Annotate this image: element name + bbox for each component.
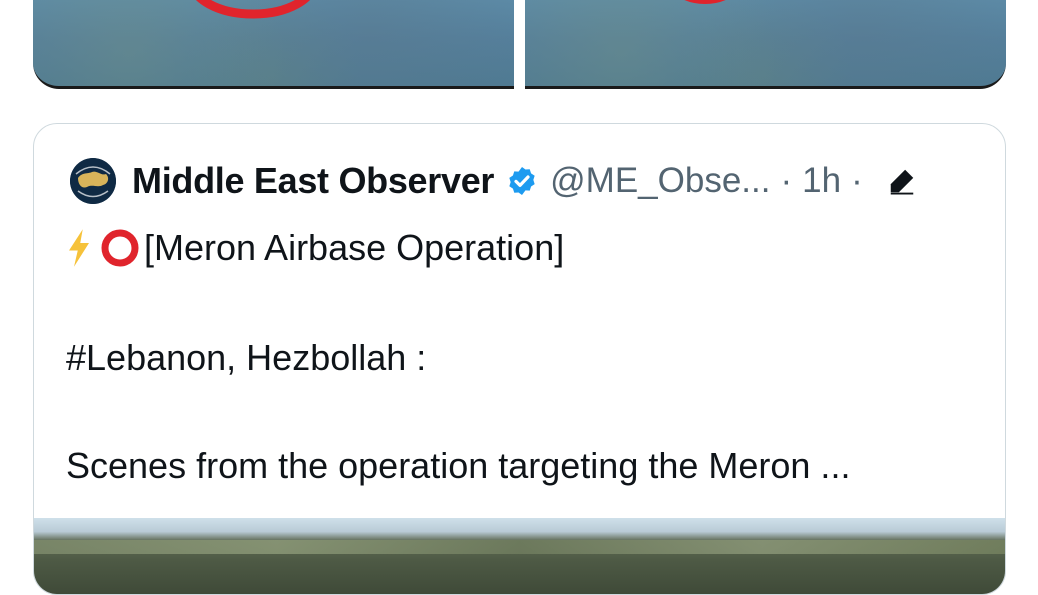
tweet-image-right[interactable]: [525, 0, 1006, 89]
display-name[interactable]: Middle East Observer: [132, 160, 494, 202]
edit-icon[interactable]: [887, 166, 917, 196]
quoted-tweet-text-line: #Lebanon, Hezbollah :: [66, 337, 427, 378]
verified-badge-icon: [509, 167, 535, 195]
tweet-media-row: [33, 0, 1006, 89]
quoted-tweet-card[interactable]: Middle East Observer @ME_Obse... · 1h · …: [33, 123, 1006, 595]
avatar[interactable]: [70, 158, 116, 204]
lightning-icon: [69, 229, 89, 267]
red-circle-icon: [101, 229, 139, 267]
separator-dot: ·: [851, 161, 863, 200]
red-target-circle: [196, 0, 310, 19]
red-target-circle: [684, 0, 726, 4]
quoted-tweet-title-line: [Meron Airbase Operation]: [66, 227, 564, 269]
quoted-tweet-text-line: Scenes from the operation targeting the …: [66, 445, 851, 486]
tweet-image-left[interactable]: [33, 0, 514, 89]
image-texture: [34, 540, 1005, 554]
quoted-tweet-image[interactable]: [34, 518, 1005, 594]
observer-logo-icon: [70, 158, 116, 204]
quoted-tweet-header: Middle East Observer @ME_Obse... · 1h ·: [70, 157, 917, 205]
separator-dot: ·: [780, 161, 793, 200]
image-texture: [525, 0, 1006, 86]
quoted-tweet-title: [Meron Airbase Operation]: [144, 227, 565, 268]
user-handle[interactable]: @ME_Obse...: [550, 161, 770, 201]
timestamp[interactable]: 1h: [802, 161, 841, 201]
